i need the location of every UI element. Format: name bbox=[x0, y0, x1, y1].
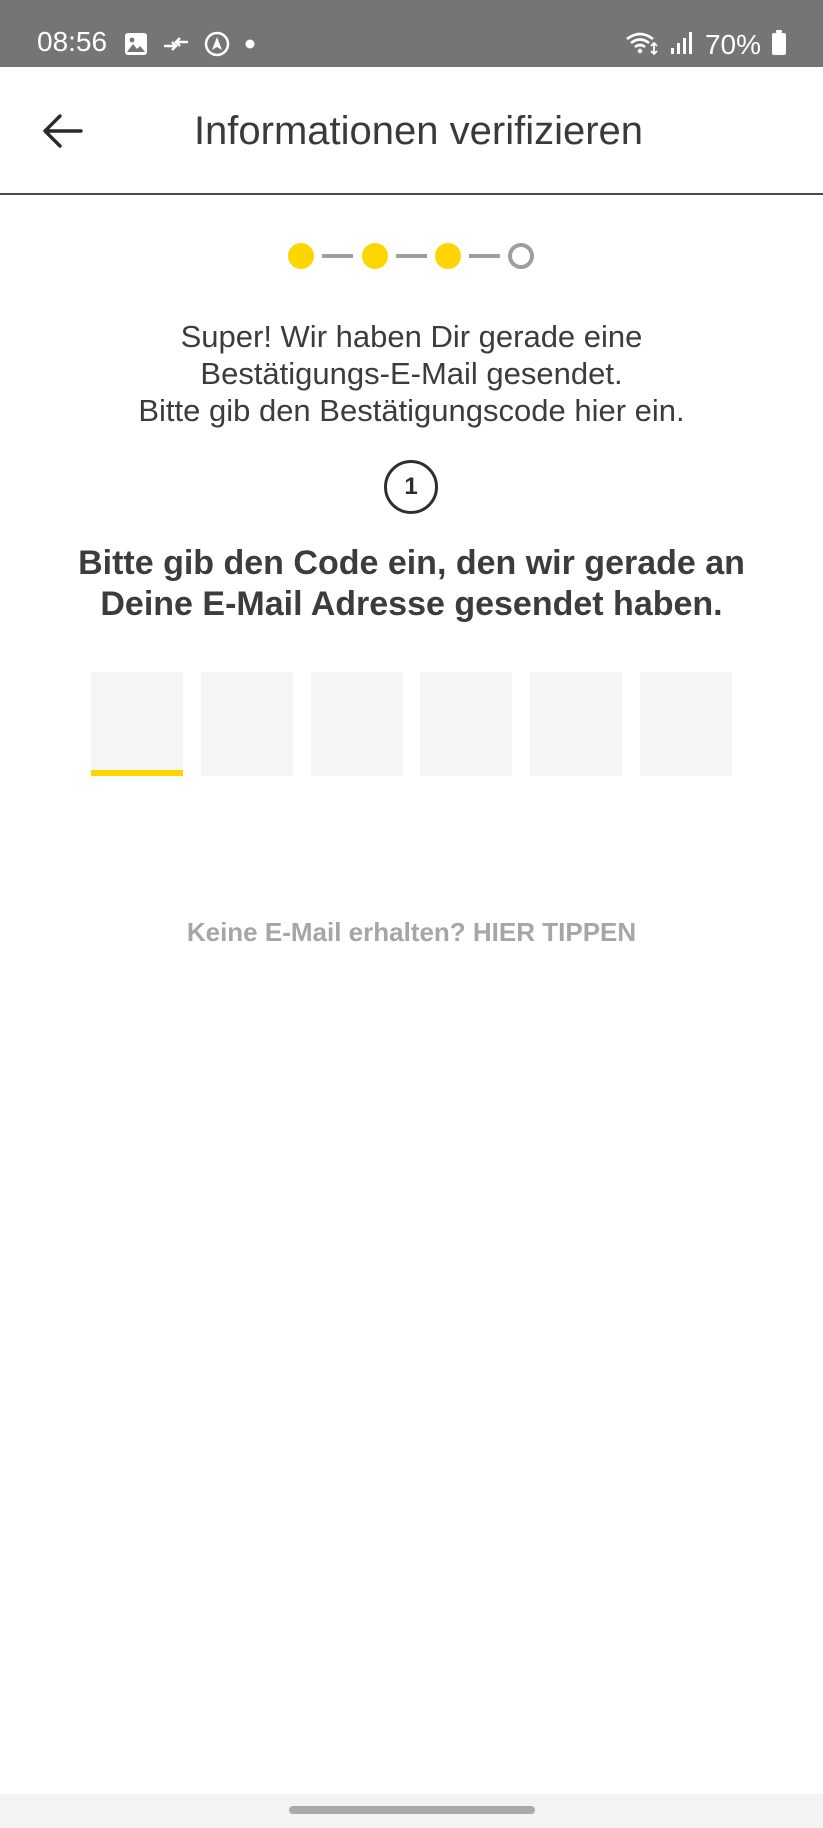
status-bar: 08:56 70% bbox=[0, 0, 823, 67]
intro-line: Bestätigungs-E-Mail gesendet. bbox=[200, 356, 623, 391]
status-icons-right: 70% bbox=[625, 29, 787, 62]
home-gesture-handle[interactable] bbox=[289, 1806, 535, 1814]
verification-code-input bbox=[91, 672, 732, 776]
dot-icon bbox=[244, 37, 256, 55]
code-digit-3[interactable] bbox=[310, 672, 403, 776]
wifi-icon bbox=[625, 29, 659, 62]
status-time: 08:56 bbox=[37, 26, 108, 57]
code-digit-6[interactable] bbox=[639, 672, 732, 776]
step-dot-pending bbox=[508, 243, 534, 269]
step-number-badge: 1 bbox=[384, 460, 438, 514]
app-bar: Informationen verifizieren bbox=[0, 67, 823, 195]
image-icon bbox=[124, 32, 148, 61]
code-digit-4[interactable] bbox=[420, 672, 513, 776]
signal-icon bbox=[669, 30, 695, 61]
battery-icon bbox=[771, 29, 787, 61]
code-digit-5[interactable] bbox=[530, 672, 623, 776]
step-dot-completed bbox=[288, 243, 314, 269]
transfer-icon bbox=[162, 32, 190, 61]
progress-stepper bbox=[287, 240, 537, 272]
code-digit-1[interactable] bbox=[91, 672, 183, 776]
intro-line: Super! Wir haben Dir gerade eine bbox=[180, 319, 643, 354]
battery-percentage: 70% bbox=[704, 29, 761, 60]
step-dot-completed bbox=[435, 243, 461, 269]
navigation-icon bbox=[204, 31, 230, 62]
code-digit-2[interactable] bbox=[200, 672, 293, 776]
status-icons-left bbox=[124, 31, 256, 62]
intro-text: Super! Wir haben Dir gerade eine Bestäti… bbox=[60, 318, 763, 429]
resend-email-link[interactable]: Keine E-Mail erhalten? HIER TIPPEN bbox=[0, 917, 823, 948]
intro-line: Bitte gib den Bestätigungscode hier ein. bbox=[138, 393, 685, 428]
navigation-bar bbox=[0, 1794, 823, 1828]
step-dot-completed bbox=[362, 243, 388, 269]
page-title: Informationen verifizieren bbox=[193, 109, 644, 153]
code-instruction: Bitte gib den Code ein, den wir gerade a… bbox=[78, 544, 745, 623]
